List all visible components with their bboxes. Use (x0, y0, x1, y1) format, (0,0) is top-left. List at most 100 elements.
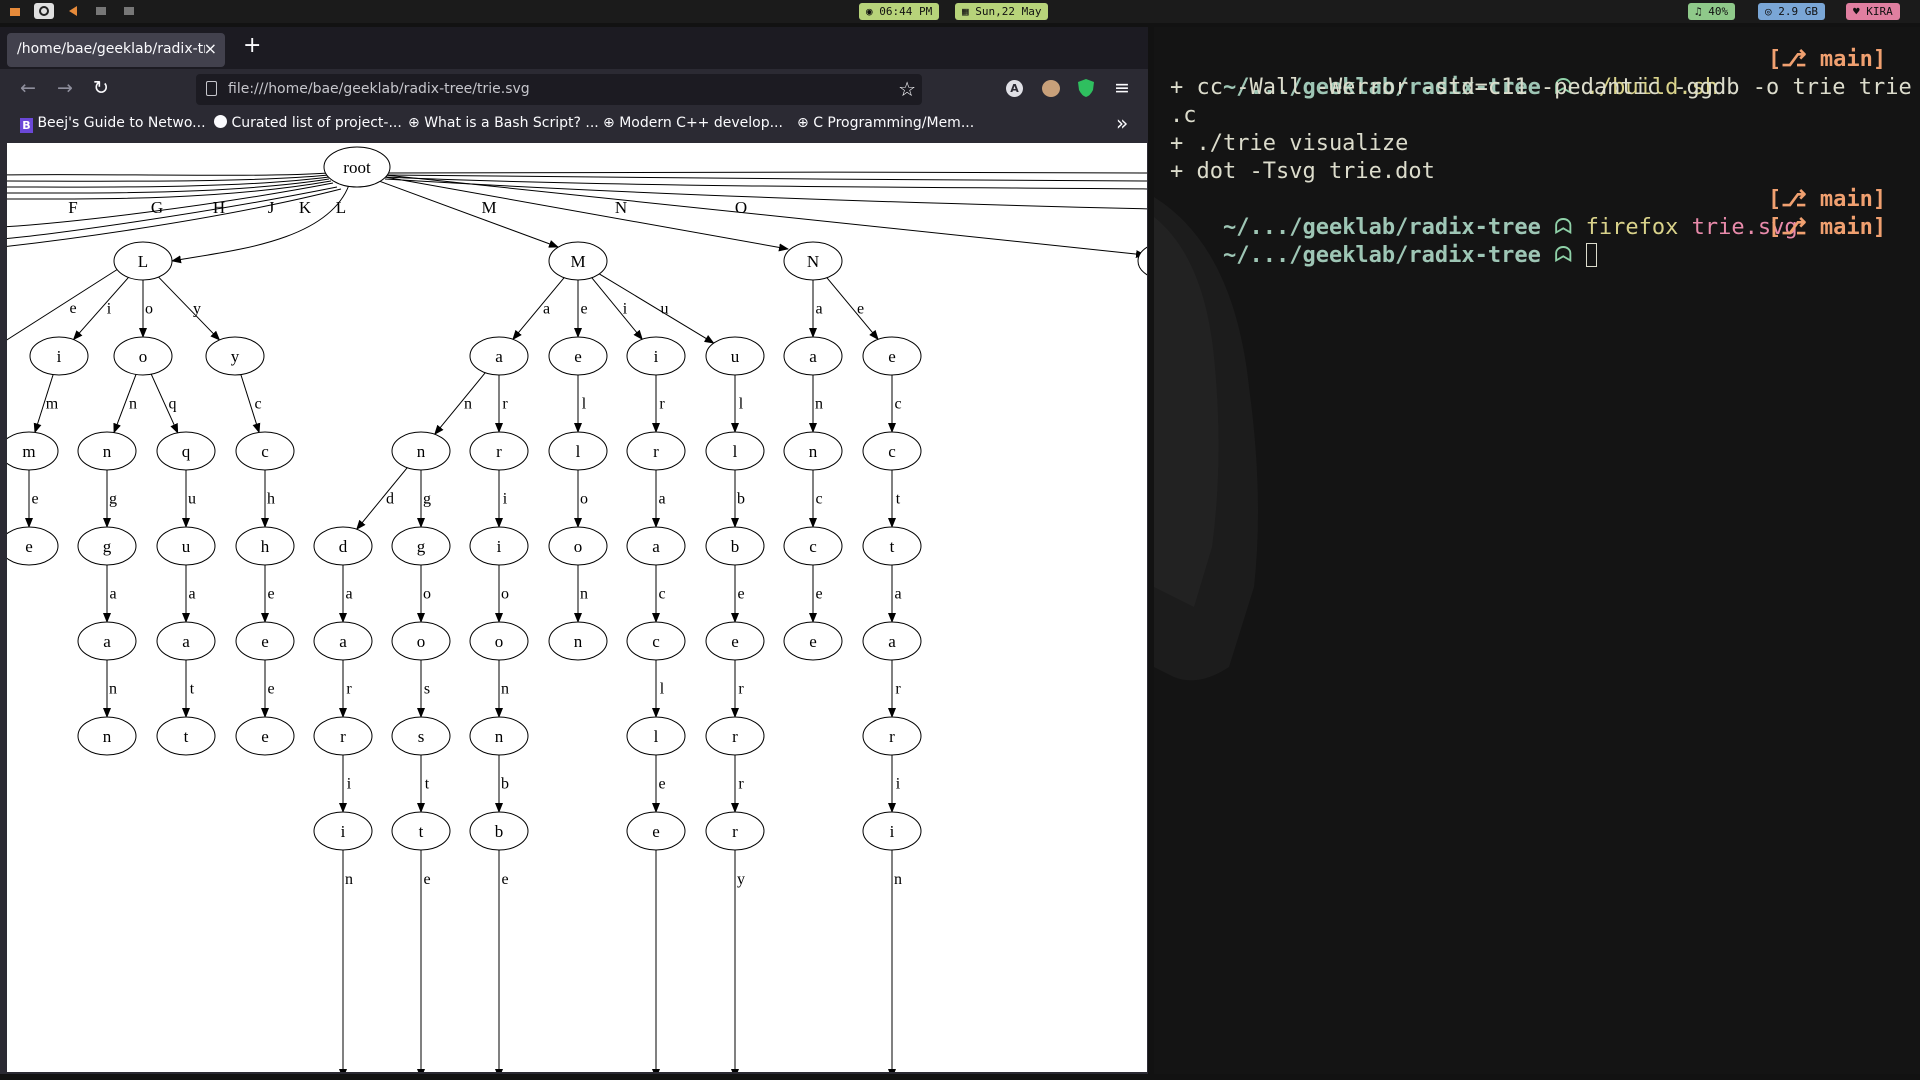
node-label: root (343, 158, 371, 177)
bookmark-modern-cpp[interactable]: ⊕ Modern C++ develop... (603, 115, 783, 131)
shield-icon[interactable] (1077, 78, 1095, 102)
edge-label: e (815, 586, 822, 603)
node-label: h (261, 537, 270, 556)
edge-label: n (129, 396, 137, 413)
edge-label: c (254, 396, 261, 413)
audio-widget[interactable]: ♫ 40% (1688, 3, 1736, 20)
forward-arrow-icon[interactable]: → (57, 77, 73, 99)
edge-label: r (502, 396, 508, 413)
edge-label: l (660, 681, 665, 698)
workspace-3-icon[interactable] (122, 3, 136, 19)
edge-label: a (188, 586, 195, 603)
date-widget: ▦ Sun,22 May (955, 3, 1049, 20)
user-widget: ♥ KIRA (1846, 3, 1900, 20)
edge-label: n (345, 871, 353, 888)
edge-label: t (425, 776, 430, 793)
graph-node-partial (1137, 246, 1147, 276)
top-bar: ◉ 06:44 PM ▦ Sun,22 May ♫ 40% ◎ 2.9 GB ♥… (0, 0, 1920, 23)
bookmark-bash-script[interactable]: ⊕ What is a Bash Script? ... (408, 115, 599, 131)
edge-label: L (336, 198, 346, 217)
node-label: n (103, 442, 112, 461)
terminal-line-3: ~/.../geeklab/radix-tree ᗣ (1170, 214, 1597, 298)
active-tab[interactable]: /home/bae/geeklab/radix-tree/trie.svg × (7, 33, 225, 67)
bookmark-label: Curated list of project-... (231, 115, 402, 131)
reload-icon[interactable]: ↻ (93, 77, 109, 99)
bookmark-beej[interactable]: B Beej's Guide to Netwo... (20, 115, 206, 133)
bookmarks-overflow-icon[interactable]: » (1116, 111, 1128, 135)
root-edge (384, 174, 1147, 182)
edge-label: a (543, 301, 550, 318)
edge-label: e (31, 491, 38, 508)
bookmark-curated-list[interactable]: Curated list of project-... (214, 115, 402, 131)
graph-edge (591, 277, 643, 341)
node-label: l (733, 442, 738, 461)
edge-label: J (268, 198, 275, 217)
node-label: t (184, 727, 189, 746)
edge-label: s (424, 681, 430, 698)
command-firefox: firefox (1585, 215, 1679, 240)
edge-label: r (895, 681, 901, 698)
graph-edge-partial (7, 268, 119, 341)
git-branch-badge: [⎇ main] (1768, 187, 1887, 212)
edge-label: a (658, 491, 665, 508)
edge-label: i (896, 776, 901, 793)
node-label: r (889, 727, 895, 746)
url-bar[interactable]: file:///home/bae/geeklab/radix-tree/trie… (196, 74, 922, 105)
terminal-cursor[interactable] (1585, 243, 1597, 267)
extension-mask-icon[interactable] (1042, 80, 1060, 97)
edge-label: G (151, 198, 163, 217)
edge-label: h (267, 491, 275, 508)
node-label: i (497, 537, 502, 556)
new-tab-button[interactable]: + (243, 33, 261, 58)
node-label: t (890, 537, 895, 556)
edge-label: t (190, 681, 195, 698)
edge-label: i (347, 776, 352, 793)
root-edge (7, 172, 330, 176)
node-label: i (57, 347, 62, 366)
git-branch-badge: [⎇ main] (1768, 215, 1887, 240)
bookmark-label: Modern C++ develop... (619, 115, 783, 131)
edge-label: e (580, 301, 587, 318)
node-label: e (574, 347, 582, 366)
node-label: a (495, 347, 503, 366)
graph-edge (512, 277, 565, 341)
edge-label: q (169, 396, 177, 413)
edge-label: N (615, 198, 627, 217)
clock-widget: ◉ 06:44 PM (859, 3, 940, 20)
terminal-window[interactable]: ~/.../geeklab/radix-tree ᗣ ./build.sh [⎇… (1154, 27, 1920, 1074)
memory-icon: ◎ (1765, 5, 1779, 18)
node-label: b (731, 537, 740, 556)
workspace-1-icon[interactable] (66, 3, 80, 19)
calendar-icon: ▦ (962, 5, 976, 18)
node-label: r (340, 727, 346, 746)
graph-edge (356, 467, 408, 531)
edge-label: i (107, 301, 112, 318)
node-label: e (261, 727, 269, 746)
memory-widget: ◎ 2.9 GB (1758, 3, 1825, 20)
edge-label: e (857, 301, 864, 318)
node-label: N (807, 252, 819, 271)
bookmark-label: C Programming/Mem... (813, 115, 975, 131)
tab-close-icon[interactable]: × (204, 39, 217, 58)
back-arrow-icon[interactable]: ← (20, 77, 36, 99)
workspace-2-icon[interactable] (94, 3, 108, 19)
bookmark-star-icon[interactable]: ☆ (898, 77, 916, 101)
node-label: c (809, 537, 817, 556)
edge-label: n (501, 681, 509, 698)
menu-icon[interactable] (8, 3, 22, 19)
edge-label: n (580, 586, 588, 603)
page-icon (206, 81, 217, 96)
node-label: n (574, 632, 583, 651)
account-icon[interactable]: A (1006, 80, 1023, 97)
node-label: r (653, 442, 659, 461)
hamburger-menu-icon[interactable]: ≡ (1114, 77, 1130, 99)
node-label: c (652, 632, 660, 651)
edge-label: e (501, 871, 508, 888)
node-label: n (495, 727, 504, 746)
edge-label: e (737, 586, 744, 603)
power-icon[interactable] (34, 3, 54, 19)
edge-label: a (345, 586, 352, 603)
bookmark-c-programming[interactable]: ⊕ C Programming/Mem... (797, 115, 974, 131)
node-label: o (574, 537, 583, 556)
edge-label: i (623, 301, 628, 318)
